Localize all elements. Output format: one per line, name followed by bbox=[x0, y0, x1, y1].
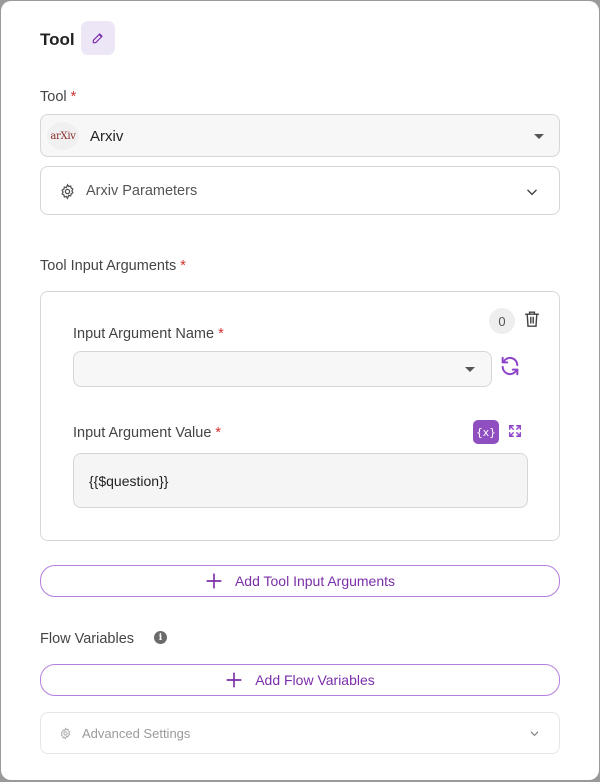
edit-title-button[interactable] bbox=[81, 21, 115, 55]
chevron-down-icon bbox=[530, 731, 539, 737]
required-mark: * bbox=[180, 258, 186, 274]
gear-icon bbox=[60, 727, 71, 740]
tool-label: Tool * bbox=[40, 89, 76, 105]
input-argument-value-label: Input Argument Value * bbox=[73, 425, 221, 441]
plus-icon bbox=[226, 672, 242, 688]
panel-title: Tool bbox=[40, 30, 75, 49]
tool-input-arguments-label-text: Tool Input Arguments bbox=[40, 258, 177, 274]
required-mark: * bbox=[218, 326, 224, 342]
pencil-icon bbox=[92, 33, 103, 44]
flow-variables-label: Flow Variables bbox=[40, 631, 135, 647]
input-argument-value-label-text: Input Argument Value bbox=[73, 425, 212, 441]
arxiv-logo: arXiv bbox=[47, 122, 79, 150]
arxiv-parameters-accordion[interactable]: Arxiv Parameters bbox=[40, 166, 560, 215]
info-icon[interactable]: i bbox=[154, 631, 167, 644]
advanced-settings-label: Advanced Settings bbox=[82, 726, 191, 741]
input-argument-value-field[interactable]: {{$question}} bbox=[73, 453, 528, 508]
required-mark: * bbox=[70, 89, 77, 105]
chevron-down-icon bbox=[527, 189, 537, 196]
input-argument-name-label-text: Input Argument Name bbox=[73, 326, 215, 342]
add-flow-variables-button[interactable]: Add Flow Variables bbox=[40, 664, 560, 696]
dropdown-caret-icon bbox=[465, 367, 475, 372]
tool-label-text: Tool bbox=[40, 89, 67, 105]
input-argument-name-select[interactable] bbox=[73, 351, 492, 387]
add-flow-variables-label: Add Flow Variables bbox=[255, 672, 375, 688]
expand-icon[interactable] bbox=[508, 424, 522, 438]
advanced-settings-accordion[interactable]: Advanced Settings bbox=[40, 712, 560, 754]
argument-index-badge: 0 bbox=[489, 308, 515, 334]
add-tool-input-arguments-button[interactable]: Add Tool Input Arguments bbox=[40, 565, 560, 597]
insert-variable-button[interactable]: {x} bbox=[473, 420, 499, 444]
dropdown-caret-icon bbox=[534, 134, 544, 139]
plus-icon bbox=[206, 573, 222, 589]
tool-select[interactable]: arXiv Arxiv bbox=[40, 114, 560, 157]
tool-select-value: Arxiv bbox=[90, 128, 124, 145]
tool-config-panel: Tool Tool * arXiv Arxiv Arxiv Parameters … bbox=[1, 1, 599, 780]
refresh-icon[interactable] bbox=[499, 355, 521, 377]
gear-icon bbox=[61, 183, 74, 200]
required-mark: * bbox=[215, 425, 222, 441]
trash-icon[interactable] bbox=[524, 310, 540, 328]
input-argument-name-label: Input Argument Name * bbox=[73, 326, 224, 342]
tool-input-arguments-label: Tool Input Arguments * bbox=[40, 258, 186, 274]
add-tool-input-arguments-label: Add Tool Input Arguments bbox=[234, 573, 396, 589]
arxiv-parameters-label: Arxiv Parameters bbox=[86, 183, 198, 199]
